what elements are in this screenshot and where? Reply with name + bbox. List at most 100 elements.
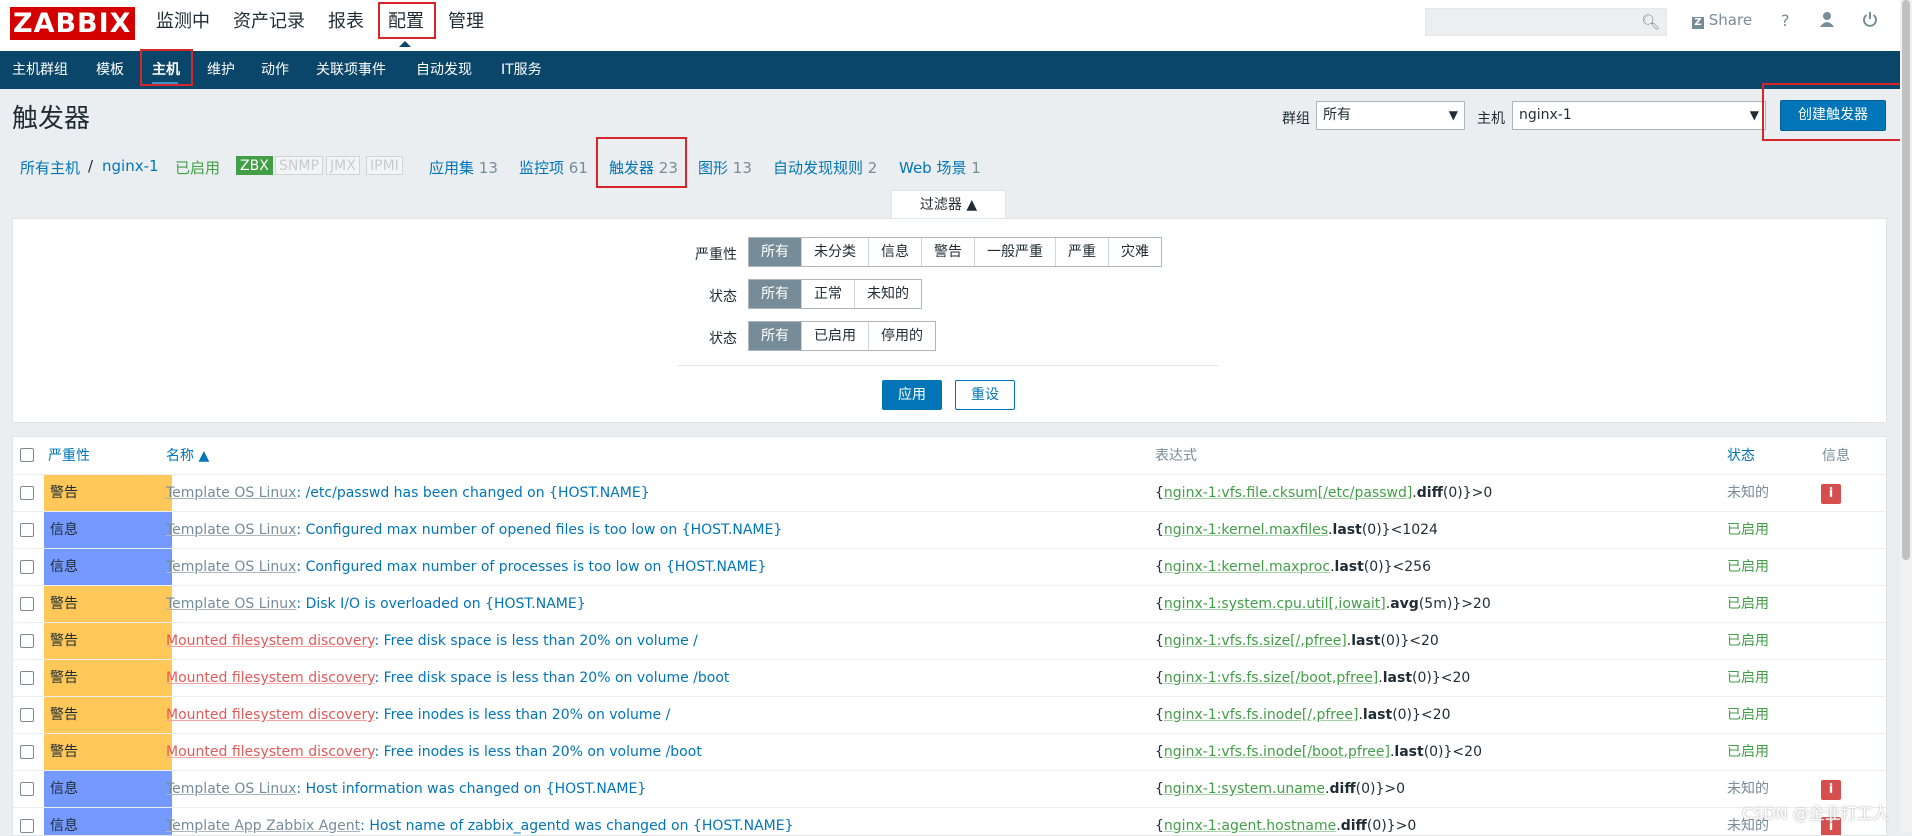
scrollbar-thumb[interactable]: [1902, 0, 1910, 560]
status-cell[interactable]: 已启用: [1727, 549, 1769, 585]
status-cell[interactable]: 已启用: [1727, 660, 1769, 696]
severity-high[interactable]: 严重: [1056, 238, 1109, 266]
nav-inventory[interactable]: 资产记录: [233, 0, 305, 44]
sub-templates[interactable]: 模板: [96, 51, 124, 89]
trigger-source-link[interactable]: Mounted filesystem discovery: [166, 633, 374, 649]
nav-configuration[interactable]: 配置: [388, 0, 424, 44]
breadcrumb-host[interactable]: nginx-1: [102, 157, 159, 175]
expr-item-link[interactable]: nginx-1:vfs.fs.inode[/boot,pfree]: [1164, 744, 1390, 760]
user-profile-icon[interactable]: [1819, 11, 1835, 31]
trigger-source-link[interactable]: Template OS Linux: [166, 596, 296, 612]
expr-item-link[interactable]: nginx-1:system.uname: [1164, 781, 1325, 797]
share-button[interactable]: Z Share: [1692, 11, 1752, 29]
status-cell[interactable]: 已启用: [1727, 734, 1769, 770]
trigger-name-link[interactable]: Host name of zabbix_agentd was changed o…: [369, 818, 793, 834]
sign-out-icon[interactable]: [1862, 11, 1878, 31]
trigger-name-link[interactable]: /etc/passwd has been changed on {HOST.NA…: [306, 485, 650, 501]
select-all-checkbox[interactable]: [20, 448, 34, 462]
tab-graphs[interactable]: 图形 13: [698, 157, 752, 178]
trigger-name-link[interactable]: Free inodes is less than 20% on volume /: [384, 707, 671, 723]
trigger-name-link[interactable]: Configured max number of processes is to…: [306, 559, 767, 575]
row-checkbox[interactable]: [20, 819, 34, 833]
expr-item-link[interactable]: nginx-1:vfs.fs.size[/,pfree]: [1164, 633, 1347, 649]
group-select[interactable]: 所有 ▼: [1316, 101, 1465, 130]
row-checkbox[interactable]: [20, 671, 34, 685]
status-cell[interactable]: 已启用: [1727, 512, 1769, 548]
severity-not-classified[interactable]: 未分类: [802, 238, 869, 266]
status-all[interactable]: 所有: [749, 322, 802, 350]
expr-item-link[interactable]: nginx-1:agent.hostname: [1164, 818, 1336, 834]
row-checkbox[interactable]: [20, 597, 34, 611]
trigger-name-link[interactable]: Free disk space is less than 20% on volu…: [384, 633, 698, 649]
nav-administration[interactable]: 管理: [448, 0, 484, 44]
status-cell[interactable]: 已启用: [1727, 623, 1769, 659]
status-enabled[interactable]: 已启用: [802, 322, 869, 350]
expr-item-link[interactable]: nginx-1:vfs.fs.inode[/,pfree]: [1164, 707, 1359, 723]
breadcrumb-all-hosts[interactable]: 所有主机: [20, 157, 80, 178]
header-severity[interactable]: 严重性: [48, 445, 90, 465]
host-status-enabled[interactable]: 已启用: [175, 157, 220, 178]
row-checkbox[interactable]: [20, 708, 34, 722]
sub-host-groups[interactable]: 主机群组: [12, 51, 68, 89]
trigger-name-link[interactable]: Host information was changed on {HOST.NA…: [306, 781, 647, 797]
row-checkbox[interactable]: [20, 523, 34, 537]
apply-button[interactable]: 应用: [882, 380, 942, 410]
global-search-input[interactable]: 🔍︎: [1425, 8, 1667, 36]
tab-triggers[interactable]: 触发器 23: [609, 157, 678, 178]
trigger-source-link[interactable]: Mounted filesystem discovery: [166, 744, 374, 760]
state-unknown[interactable]: 未知的: [855, 280, 921, 308]
row-checkbox[interactable]: [20, 486, 34, 500]
row-checkbox[interactable]: [20, 634, 34, 648]
nav-reports[interactable]: 报表: [328, 0, 364, 44]
status-cell[interactable]: 已启用: [1727, 697, 1769, 733]
help-icon[interactable]: ?: [1781, 11, 1790, 30]
nav-monitoring[interactable]: 监测中: [156, 0, 210, 44]
tab-discovery-rules[interactable]: 自动发现规则 2: [773, 157, 877, 178]
row-checkbox[interactable]: [20, 782, 34, 796]
sub-discovery[interactable]: 自动发现: [416, 51, 472, 89]
info-icon[interactable]: i: [1821, 484, 1841, 504]
expr-item-link[interactable]: nginx-1:kernel.maxfiles: [1164, 522, 1328, 538]
create-trigger-button[interactable]: 创建触发器: [1780, 100, 1886, 131]
trigger-name-link[interactable]: Free disk space is less than 20% on volu…: [384, 670, 730, 686]
trigger-source-link[interactable]: Mounted filesystem discovery: [166, 670, 374, 686]
severity-warning[interactable]: 警告: [922, 238, 975, 266]
trigger-source-link[interactable]: Template App Zabbix Agent: [166, 818, 360, 834]
severity-disaster[interactable]: 灾难: [1109, 238, 1161, 266]
status-cell[interactable]: 未知的: [1727, 475, 1769, 511]
severity-all[interactable]: 所有: [749, 238, 802, 266]
expr-item-link[interactable]: nginx-1:system.cpu.util[,iowait]: [1164, 596, 1386, 612]
filter-toggle-tab[interactable]: 过滤器 ▲: [891, 190, 1006, 219]
reset-button[interactable]: 重设: [955, 380, 1015, 410]
status-cell[interactable]: 已启用: [1727, 586, 1769, 622]
severity-average[interactable]: 一般严重: [975, 238, 1056, 266]
severity-information[interactable]: 信息: [869, 238, 922, 266]
trigger-source-link[interactable]: Template OS Linux: [166, 522, 296, 538]
search-icon[interactable]: 🔍︎: [1641, 13, 1660, 31]
sub-actions[interactable]: 动作: [261, 51, 289, 89]
expr-item-link[interactable]: nginx-1:kernel.maxproc: [1164, 559, 1330, 575]
trigger-source-link[interactable]: Mounted filesystem discovery: [166, 707, 374, 723]
sub-maintenance[interactable]: 维护: [207, 51, 235, 89]
expr-item-link[interactable]: nginx-1:vfs.fs.size[/boot,pfree]: [1164, 670, 1378, 686]
trigger-source-link[interactable]: Template OS Linux: [166, 781, 296, 797]
tab-web-scenarios[interactable]: Web 场景 1: [899, 157, 981, 178]
sub-it-services[interactable]: IT服务: [501, 51, 542, 89]
zabbix-logo[interactable]: ZABBIX: [10, 7, 135, 40]
trigger-source-link[interactable]: Template OS Linux: [166, 559, 296, 575]
info-icon[interactable]: i: [1821, 780, 1841, 800]
tab-items[interactable]: 监控项 61: [519, 157, 588, 178]
state-normal[interactable]: 正常: [802, 280, 855, 308]
row-checkbox[interactable]: [20, 560, 34, 574]
header-status[interactable]: 状态: [1727, 445, 1755, 465]
trigger-name-link[interactable]: Free inodes is less than 20% on volume /…: [384, 744, 702, 760]
trigger-name-link[interactable]: Disk I/O is overloaded on {HOST.NAME}: [306, 596, 586, 612]
sub-correlation[interactable]: 关联项事件: [316, 51, 386, 89]
host-select[interactable]: nginx-1 ▼: [1512, 101, 1766, 130]
state-all[interactable]: 所有: [749, 280, 802, 308]
header-name[interactable]: 名称 ▲: [166, 445, 209, 465]
trigger-source-link[interactable]: Template OS Linux: [166, 485, 296, 501]
status-disabled[interactable]: 停用的: [869, 322, 935, 350]
expr-item-link[interactable]: nginx-1:vfs.file.cksum[/etc/passwd]: [1164, 485, 1412, 501]
trigger-name-link[interactable]: Configured max number of opened files is…: [306, 522, 783, 538]
